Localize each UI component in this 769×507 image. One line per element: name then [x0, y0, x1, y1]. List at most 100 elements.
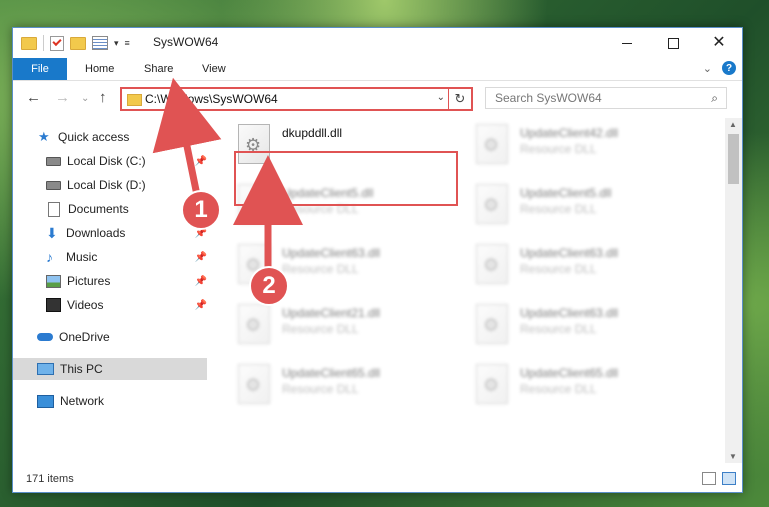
title-bar: ▾ ≡ SysWOW64 ✕ [13, 28, 742, 58]
file-name: UpdateClient63.dll [520, 306, 619, 320]
sidebar-item-music[interactable]: ♪ Music 📌 [13, 246, 207, 268]
sidebar-item-label: Local Disk (C:) [67, 154, 146, 168]
dll-file-icon [476, 184, 508, 224]
customize-dropdown-icon[interactable]: ▾ [114, 38, 119, 49]
new-folder-icon[interactable] [70, 36, 86, 50]
file-item[interactable]: UpdateClient21.dll Resource DLL [234, 302, 459, 350]
sidebar-item-local-disk-d[interactable]: Local Disk (D:) [13, 174, 207, 196]
file-type: Resource DLL [282, 382, 359, 396]
recent-locations-chevron-icon[interactable]: ⌄ [81, 93, 89, 104]
tab-home[interactable]: Home [71, 58, 128, 80]
sidebar-item-onedrive[interactable]: OneDrive [13, 326, 207, 348]
file-type: Resource DLL [520, 142, 597, 156]
window-controls: ✕ [604, 28, 742, 58]
navigation-pane: ★ Quick access Local Disk (C:) 📌 Local D… [13, 118, 209, 463]
search-icon[interactable]: ⌕ [711, 91, 718, 106]
pin-icon[interactable]: 📌 [195, 156, 207, 167]
large-icons-view-icon[interactable] [722, 472, 736, 485]
tab-view[interactable]: View [188, 58, 240, 80]
help-icon[interactable]: ? [722, 61, 736, 75]
up-arrow-icon[interactable]: ↑ [99, 89, 107, 106]
file-item[interactable]: UpdateClient42.dll Resource DLL [472, 122, 697, 170]
close-icon: ✕ [712, 34, 726, 51]
dll-file-icon [238, 364, 270, 404]
sidebar-item-pictures[interactable]: Pictures 📌 [13, 270, 207, 292]
properties-icon[interactable] [92, 36, 108, 50]
this-pc-icon [37, 363, 54, 375]
search-placeholder: Search SysWOW64 [495, 91, 602, 105]
sidebar-item-quick-access[interactable]: ★ Quick access [13, 126, 207, 148]
drive-icon [46, 156, 61, 166]
sidebar-item-label: Videos [67, 298, 104, 312]
address-path[interactable]: C:\Windows\SysWOW64 [145, 92, 278, 106]
quick-access-toolbar: ▾ ≡ [21, 35, 130, 51]
dll-file-icon [476, 304, 508, 344]
file-name: UpdateClient65.dll [520, 366, 619, 380]
file-item[interactable]: UpdateClient63.dll Resource DLL [472, 302, 697, 350]
file-type: Resource DLL [282, 262, 359, 276]
file-item[interactable]: UpdateClient65.dll Resource DLL [472, 362, 697, 410]
navigation-bar: ← → ⌄ ↑ C:\Windows\SysWOW64 ⌄ ↻ Search S… [13, 81, 742, 117]
file-item-dkupddll[interactable]: dkupddll.dll [234, 122, 459, 170]
vertical-scrollbar[interactable]: ▲ ▼ [725, 118, 742, 463]
close-button[interactable]: ✕ [696, 28, 742, 58]
onedrive-icon [37, 333, 53, 341]
documents-icon [48, 201, 60, 217]
ribbon-right-controls: ⌄ ? [703, 61, 736, 75]
address-bar[interactable]: C:\Windows\SysWOW64 ⌄ ↻ [120, 87, 473, 111]
sidebar-item-downloads[interactable]: ⬇ Downloads 📌 [13, 222, 207, 244]
sidebar-item-this-pc[interactable]: This PC [13, 358, 207, 380]
sidebar-item-label: OneDrive [59, 330, 110, 344]
step-1-badge: 1 [181, 190, 221, 230]
ribbon: File Home Share View ⌄ ? [13, 58, 742, 81]
drive-icon [46, 180, 61, 190]
file-name: UpdateClient63.dll [520, 246, 619, 260]
pin-icon[interactable]: 📌 [195, 252, 207, 263]
file-name: UpdateClient65.dll [282, 366, 381, 380]
file-item[interactable]: UpdateClient5.dll Resource DLL [234, 182, 459, 230]
sidebar-item-documents[interactable]: Documents 📌 [13, 198, 207, 220]
pin-icon[interactable]: 📌 [195, 300, 207, 311]
sidebar-item-local-disk-c[interactable]: Local Disk (C:) 📌 [13, 150, 207, 172]
forward-arrow-icon[interactable]: → [55, 89, 70, 106]
file-item[interactable]: UpdateClient63.dll Resource DLL [472, 242, 697, 290]
sidebar-item-label: Documents [68, 202, 129, 216]
minimize-button[interactable] [604, 28, 650, 58]
file-item[interactable]: UpdateClient5.dll Resource DLL [472, 182, 697, 230]
sidebar-item-label: This PC [60, 362, 103, 376]
videos-icon [46, 298, 61, 312]
minimize-icon [622, 42, 632, 44]
file-name: UpdateClient21.dll [282, 306, 381, 320]
tab-file[interactable]: File [13, 58, 67, 80]
dll-file-icon [476, 364, 508, 404]
pin-icon[interactable]: 📌 [195, 276, 207, 287]
dll-file-icon [238, 124, 270, 164]
properties-check-icon[interactable] [50, 35, 64, 51]
scroll-up-icon[interactable]: ▲ [729, 120, 737, 129]
sidebar-item-videos[interactable]: Videos 📌 [13, 294, 207, 316]
file-item[interactable]: UpdateClient65.dll Resource DLL [234, 362, 459, 410]
back-arrow-icon[interactable]: ← [26, 89, 41, 106]
file-name: dkupddll.dll [282, 126, 343, 140]
scrollbar-thumb[interactable] [728, 134, 739, 184]
file-type: Resource DLL [520, 262, 597, 276]
sidebar-item-network[interactable]: Network [13, 390, 207, 412]
maximize-icon [667, 37, 679, 49]
sidebar-item-label: Downloads [66, 226, 126, 240]
address-dropdown-icon[interactable]: ⌄ [437, 92, 445, 103]
file-type: Resource DLL [282, 202, 359, 216]
file-type: Resource DLL [282, 322, 359, 336]
expand-ribbon-chevron-icon[interactable]: ⌄ [703, 62, 712, 75]
file-name: UpdateClient42.dll [520, 126, 619, 140]
dll-file-icon [476, 124, 508, 164]
file-explorer-window: ▾ ≡ SysWOW64 ✕ File Home Share View ⌄ ? … [12, 27, 743, 493]
tab-share[interactable]: Share [130, 58, 187, 80]
qat-menu-icon[interactable]: ≡ [125, 38, 130, 48]
scroll-down-icon[interactable]: ▼ [729, 452, 737, 461]
maximize-button[interactable] [650, 28, 696, 58]
details-view-icon[interactable] [702, 472, 716, 485]
refresh-icon[interactable]: ↻ [448, 89, 471, 109]
search-input[interactable]: Search SysWOW64 ⌕ [485, 87, 727, 109]
star-icon: ★ [38, 129, 50, 144]
sidebar-item-label: Pictures [67, 274, 111, 288]
